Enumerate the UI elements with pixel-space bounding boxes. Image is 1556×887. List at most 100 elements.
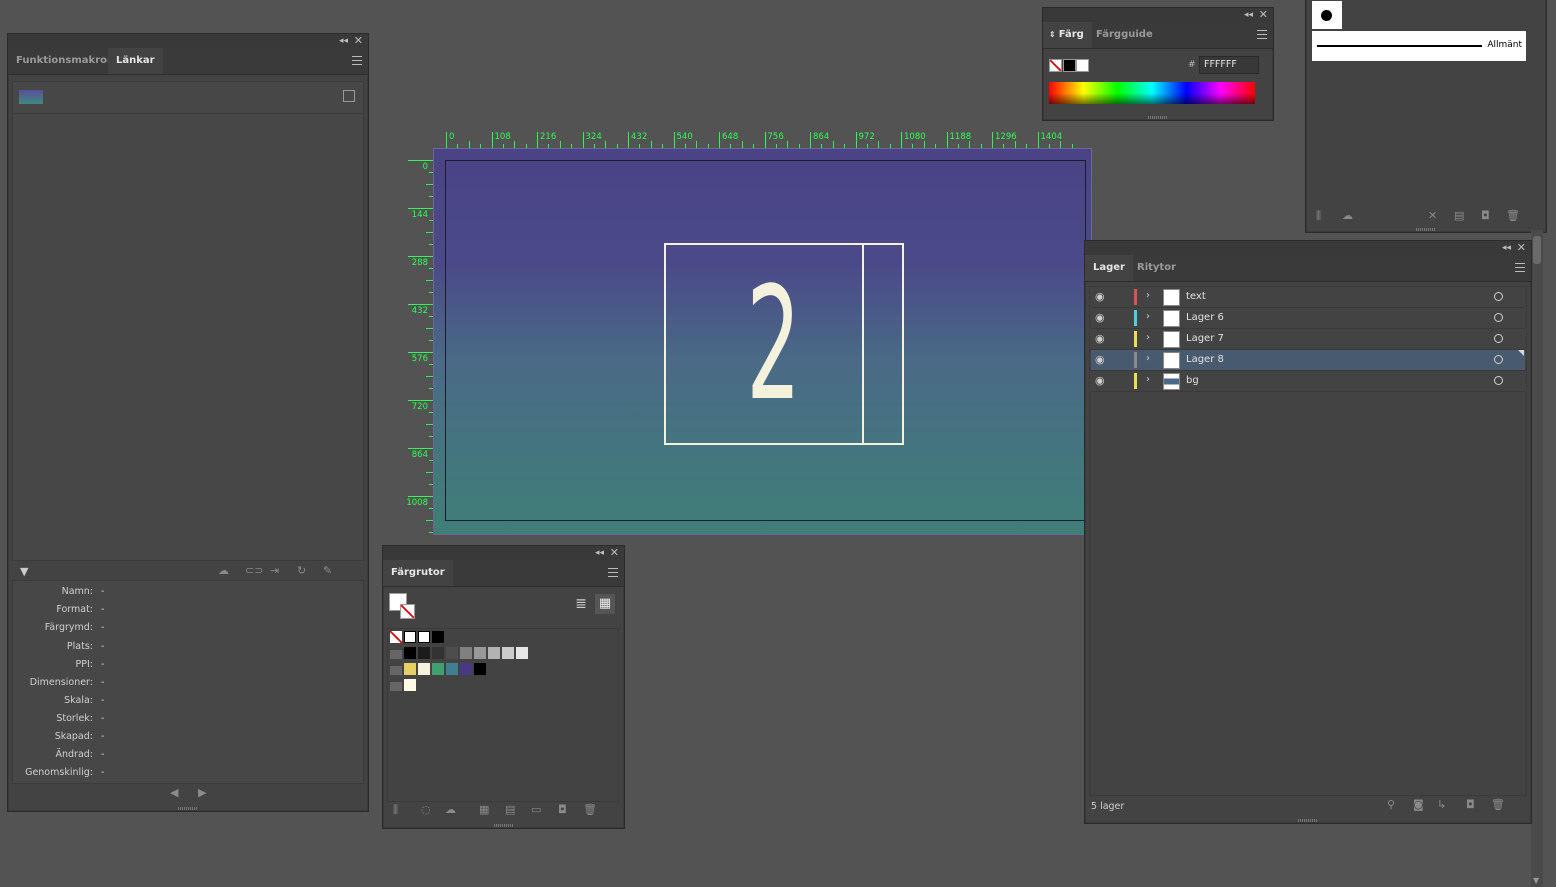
target-icon[interactable] [1494, 292, 1503, 301]
eye-icon[interactable]: ◉ [1095, 312, 1108, 324]
swatch[interactable] [418, 647, 430, 659]
chevron-right-icon[interactable]: › [1146, 332, 1150, 343]
chevron-right-icon[interactable]: › [1146, 353, 1150, 364]
expand-info-icon[interactable]: ▼ [20, 566, 28, 578]
close-icon[interactable]: ✕ [354, 35, 363, 47]
tab-farg[interactable]: ⇕ Färg [1043, 22, 1092, 48]
links-list[interactable] [12, 81, 364, 561]
prev-arrow-icon[interactable]: ◀ [170, 787, 178, 799]
tab-lager[interactable]: Lager [1085, 255, 1133, 281]
collapse-icon[interactable]: ◂◂ [1502, 242, 1511, 254]
layer-row[interactable]: ◉ › Lager 7 [1091, 329, 1525, 350]
cloud-link-icon[interactable]: ☁ [218, 565, 229, 577]
delete-brush-icon[interactable]: 🗑 [1506, 210, 1520, 222]
link-thumbnail[interactable] [19, 90, 43, 104]
cloud-library-icon[interactable]: ☁ [445, 804, 456, 816]
swatch[interactable] [488, 647, 500, 659]
collapse-icon[interactable]: ◂◂ [595, 547, 604, 559]
panel-menu-icon[interactable] [352, 56, 362, 65]
layer-row[interactable]: ◉ › text [1091, 287, 1525, 308]
layer-name[interactable]: text [1186, 291, 1206, 302]
swatch-white[interactable] [418, 631, 430, 643]
brush-options-icon[interactable]: ▤ [1454, 210, 1464, 222]
none-swatch[interactable] [1049, 59, 1062, 72]
resize-grip[interactable] [178, 807, 198, 810]
swatch[interactable] [474, 647, 486, 659]
brush-list[interactable] [1310, 63, 1540, 203]
number-box[interactable]: 2 [664, 243, 904, 445]
layer-name[interactable]: Lager 7 [1186, 333, 1224, 344]
swatch-kind-icon[interactable]: ◌ [421, 804, 431, 816]
collapse-icon[interactable]: ◂◂ [339, 35, 348, 47]
close-icon[interactable]: ✕ [1517, 242, 1526, 254]
target-icon[interactable] [1494, 334, 1503, 343]
brush-library-cloud-icon[interactable]: ☁ [1342, 210, 1353, 222]
resize-grip[interactable] [1416, 228, 1436, 231]
swatch[interactable] [516, 647, 528, 659]
brush-stroke-row[interactable]: Allmänt [1312, 31, 1526, 61]
new-brush-icon[interactable]: ◘ [1481, 210, 1490, 222]
goto-link-icon[interactable]: ⇥ [270, 565, 279, 577]
swatch[interactable] [418, 663, 430, 675]
swatch-grid[interactable] [387, 628, 619, 802]
scrollbar-thumb[interactable] [1533, 236, 1541, 264]
panel-titlebar[interactable]: ◂◂ ✕ [1085, 241, 1531, 255]
brush-library-icon[interactable]: ⫼ [1316, 210, 1321, 222]
right-scrollbar[interactable]: ▼ [1531, 230, 1543, 887]
swatch[interactable] [460, 663, 472, 675]
swatch[interactable] [432, 663, 444, 675]
chevron-right-icon[interactable]: › [1146, 290, 1150, 301]
eye-icon[interactable]: ◉ [1095, 333, 1108, 345]
layer-name[interactable]: Lager 6 [1186, 312, 1224, 323]
black-swatch[interactable] [1063, 59, 1076, 72]
layer-row-selected[interactable]: ◉ › Lager 8 [1091, 350, 1525, 371]
edit-original-icon[interactable]: ✎ [323, 565, 332, 577]
swatch[interactable] [446, 663, 458, 675]
tab-fargguide[interactable]: Färgguide [1088, 22, 1161, 48]
update-link-icon[interactable]: ↻ [297, 565, 306, 577]
resize-grip[interactable] [493, 824, 514, 827]
swatch-library-icon[interactable]: ⫼ [393, 804, 398, 816]
tab-fargrutor[interactable]: Färgrutor [383, 560, 453, 586]
new-group-icon[interactable]: ▭ [531, 804, 541, 816]
panel-menu-icon[interactable] [1257, 30, 1267, 39]
swatch[interactable] [502, 647, 514, 659]
horizontal-ruler[interactable]: 0 108 216 324 432 540 648 756 864 972 1080 1188 1296… [432, 132, 1092, 148]
white-swatch[interactable] [1076, 59, 1089, 72]
make-clip-mask-icon[interactable]: ◙ [1413, 799, 1424, 811]
resize-grip[interactable] [1148, 116, 1168, 119]
target-icon[interactable] [1494, 355, 1503, 364]
swatch-options-icon[interactable]: ▤ [505, 804, 515, 816]
swatch-registration[interactable] [404, 631, 416, 643]
folder-icon[interactable] [390, 682, 402, 691]
next-arrow-icon[interactable]: ▶ [198, 787, 206, 799]
color-group-icon[interactable]: ▦ [479, 804, 489, 816]
chevron-right-icon[interactable]: › [1146, 311, 1150, 322]
close-icon[interactable]: ✕ [610, 547, 619, 559]
panel-titlebar[interactable]: ◂◂ ✕ [383, 546, 624, 560]
brush-dot-swatch[interactable] [1312, 1, 1342, 29]
panel-menu-icon[interactable] [1515, 263, 1525, 272]
swatch-black[interactable] [432, 631, 444, 643]
new-sublayer-icon[interactable]: ↳ [1437, 799, 1446, 811]
artboard[interactable]: 2 [433, 148, 1092, 535]
layer-row[interactable]: ◉ › Lager 6 [1091, 308, 1525, 329]
layer-name[interactable]: bg [1186, 375, 1199, 386]
panel-menu-icon[interactable] [608, 568, 618, 577]
delete-layer-icon[interactable]: 🗑 [1491, 799, 1505, 811]
tab-lankar[interactable]: Länkar [108, 48, 163, 74]
folder-icon[interactable] [390, 650, 402, 659]
resize-grip[interactable] [1298, 819, 1318, 822]
find-layer-icon[interactable]: ⚲ [1387, 799, 1395, 811]
close-icon[interactable]: ✕ [1259, 9, 1268, 21]
tab-ritytor[interactable]: Ritytor [1129, 255, 1184, 281]
panel-titlebar[interactable]: ◂◂ ✕ [1043, 8, 1273, 22]
new-layer-icon[interactable]: ◘ [1466, 799, 1475, 811]
folder-icon[interactable] [390, 666, 402, 675]
panel-titlebar[interactable]: ◂◂ ✕ [8, 34, 368, 48]
chevron-right-icon[interactable]: › [1146, 374, 1150, 385]
stroke-swatch[interactable] [400, 604, 415, 619]
swatch[interactable] [446, 647, 458, 659]
swatch[interactable] [404, 663, 416, 675]
swatch[interactable] [432, 647, 444, 659]
